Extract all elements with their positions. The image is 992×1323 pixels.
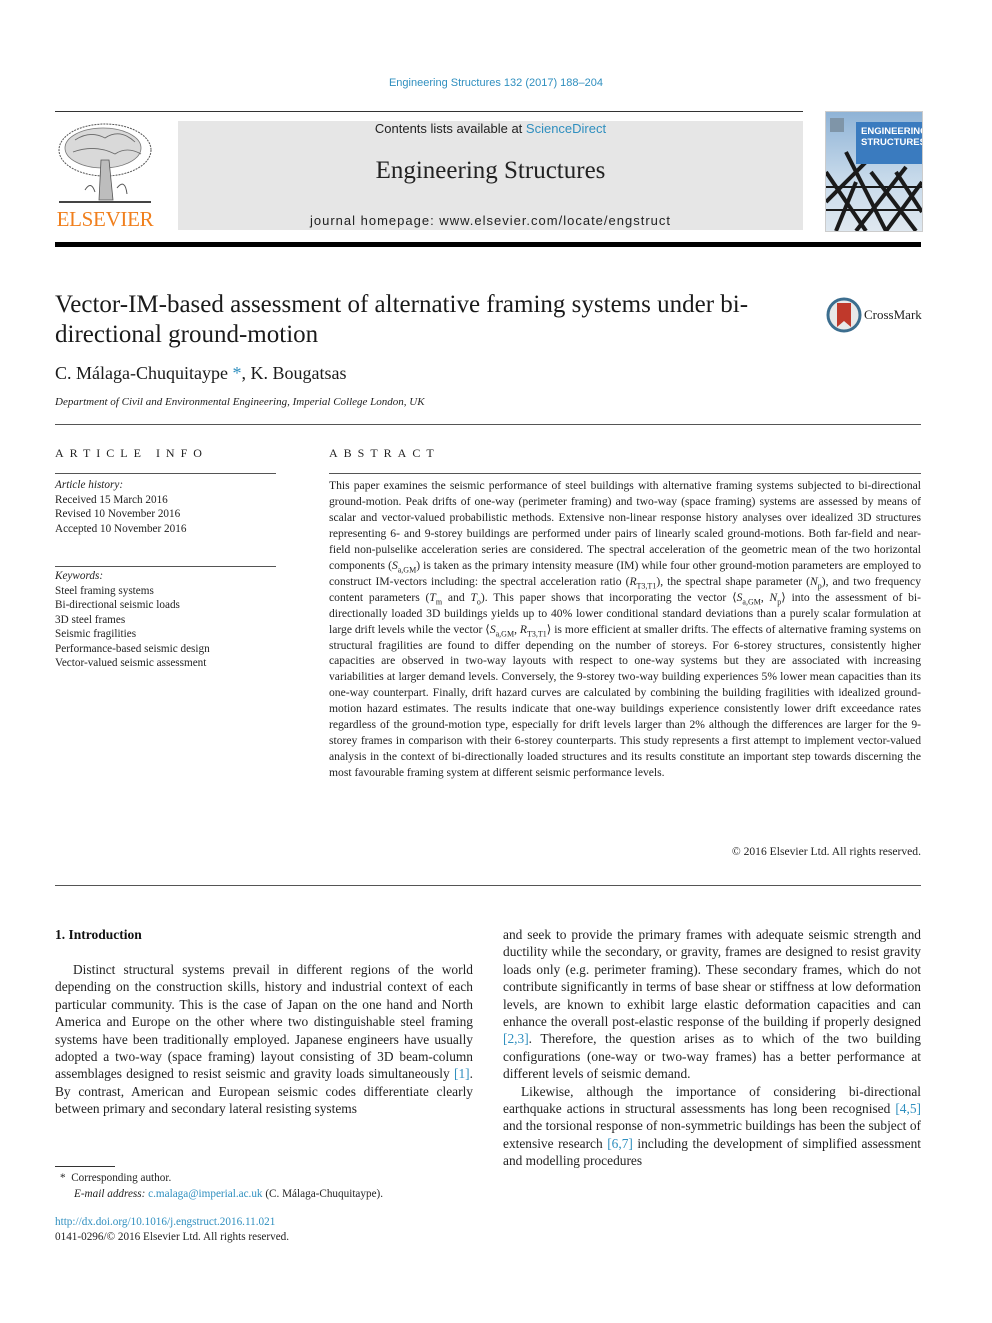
keyword-item: Seismic fragilities: [55, 628, 137, 640]
email-note: E-mail address: c.malaga@imperial.ac.uk …: [74, 1188, 384, 1200]
history-item: Accepted 10 November 2016: [55, 522, 187, 535]
journal-citation-link[interactable]: Engineering Structures 132 (2017) 188–20…: [0, 77, 992, 89]
article-info-heading: ARTICLE INFO: [55, 446, 208, 460]
footnote-rule: [55, 1166, 115, 1167]
paper-title: Vector-IM-based assessment of alternativ…: [55, 291, 749, 348]
footnotes: * Corresponding author. E-mail address: …: [60, 1170, 480, 1202]
affiliation: Department of Civil and Environmental En…: [55, 396, 425, 408]
keywords: Keywords: Steel framing systems Bi-direc…: [55, 569, 285, 671]
keyword-item: Steel framing systems: [55, 584, 154, 597]
header-rule: [55, 111, 803, 112]
cover-title: ENGINEERING STRUCTURES: [856, 122, 922, 164]
divider: [55, 566, 276, 567]
citation-link[interactable]: [4,5]: [895, 1101, 921, 1116]
paragraph: Distinct structural systems prevail in d…: [55, 962, 473, 1117]
elsevier-wordmark: ELSEVIER: [56, 207, 154, 231]
crossmark-label: CrossMark: [864, 307, 922, 322]
keyword-item: 3D steel frames: [55, 613, 126, 626]
divider: [55, 885, 921, 886]
abstract-copyright: © 2016 Elsevier Ltd. All rights reserved…: [731, 845, 921, 858]
header-thick-rule: [55, 242, 921, 247]
doi-block: http://dx.doi.org/10.1016/j.engstruct.20…: [55, 1215, 289, 1245]
journal-name: Engineering Structures: [375, 157, 606, 184]
keyword-item: Bi-directional seismic loads: [55, 599, 180, 611]
citation-link[interactable]: [6,7]: [607, 1136, 633, 1151]
abstract-text: This paper examines the seismic performa…: [329, 479, 922, 780]
author-name[interactable]: K. Bougatsas: [250, 363, 346, 383]
journal-homepage[interactable]: journal homepage: www.elsevier.com/locat…: [178, 213, 803, 228]
body-column-right: and seek to provide the primary frames w…: [503, 926, 921, 1170]
section-heading-introduction: 1. Introduction: [55, 927, 142, 942]
keyword-item: Performance-based seismic design: [55, 642, 210, 655]
journal-cover-image[interactable]: ENGINEERING STRUCTURES: [825, 111, 923, 232]
paragraph: Likewise, although the importance of con…: [503, 1083, 921, 1169]
abstract-heading: ABSTRACT: [329, 446, 440, 460]
divider: [55, 424, 921, 425]
paragraph: and seek to provide the primary frames w…: [503, 927, 921, 1082]
cover-title-line2: STRUCTURES: [861, 137, 923, 148]
history-label: Article history:: [55, 479, 124, 491]
doi-link[interactable]: http://dx.doi.org/10.1016/j.engstruct.20…: [55, 1215, 289, 1230]
issn-copyright: 0141-0296/© 2016 Elsevier Ltd. All right…: [55, 1231, 290, 1243]
corresponding-author-note: * Corresponding author.: [60, 1172, 172, 1184]
article-history: Article history: Received 15 March 2016 …: [55, 478, 285, 536]
contents-availability: Contents lists available at ScienceDirec…: [178, 121, 803, 136]
email-link[interactable]: c.malaga@imperial.ac.uk: [148, 1188, 262, 1200]
keyword-item: Vector-valued seismic assessment: [55, 657, 207, 669]
citation-link[interactable]: [1]: [454, 1066, 470, 1081]
keywords-label: Keywords:: [55, 570, 104, 582]
author-list: C. Málaga-Chuquitaype *, K. Bougatsas: [55, 363, 346, 384]
elsevier-logo[interactable]: ELSEVIER: [55, 120, 155, 232]
divider: [329, 473, 921, 474]
journal-masthead: Contents lists available at ScienceDirec…: [178, 121, 803, 230]
sciencedirect-link[interactable]: ScienceDirect: [526, 121, 606, 136]
crossmark-icon: [826, 297, 862, 333]
citation-link[interactable]: [2,3]: [503, 1031, 529, 1046]
author-name[interactable]: C. Málaga-Chuquitaype: [55, 363, 228, 383]
body-column-left: Distinct structural systems prevail in d…: [55, 961, 473, 1118]
divider: [55, 473, 276, 474]
crossmark-button[interactable]: CrossMark: [826, 297, 926, 333]
cover-title-line1: ENGINEERING: [861, 126, 923, 137]
contents-prefix: Contents lists available at: [374, 121, 526, 136]
history-item: Received 15 March 2016: [55, 493, 168, 506]
history-item: Revised 10 November 2016: [55, 508, 181, 520]
tree-icon: [58, 123, 152, 203]
